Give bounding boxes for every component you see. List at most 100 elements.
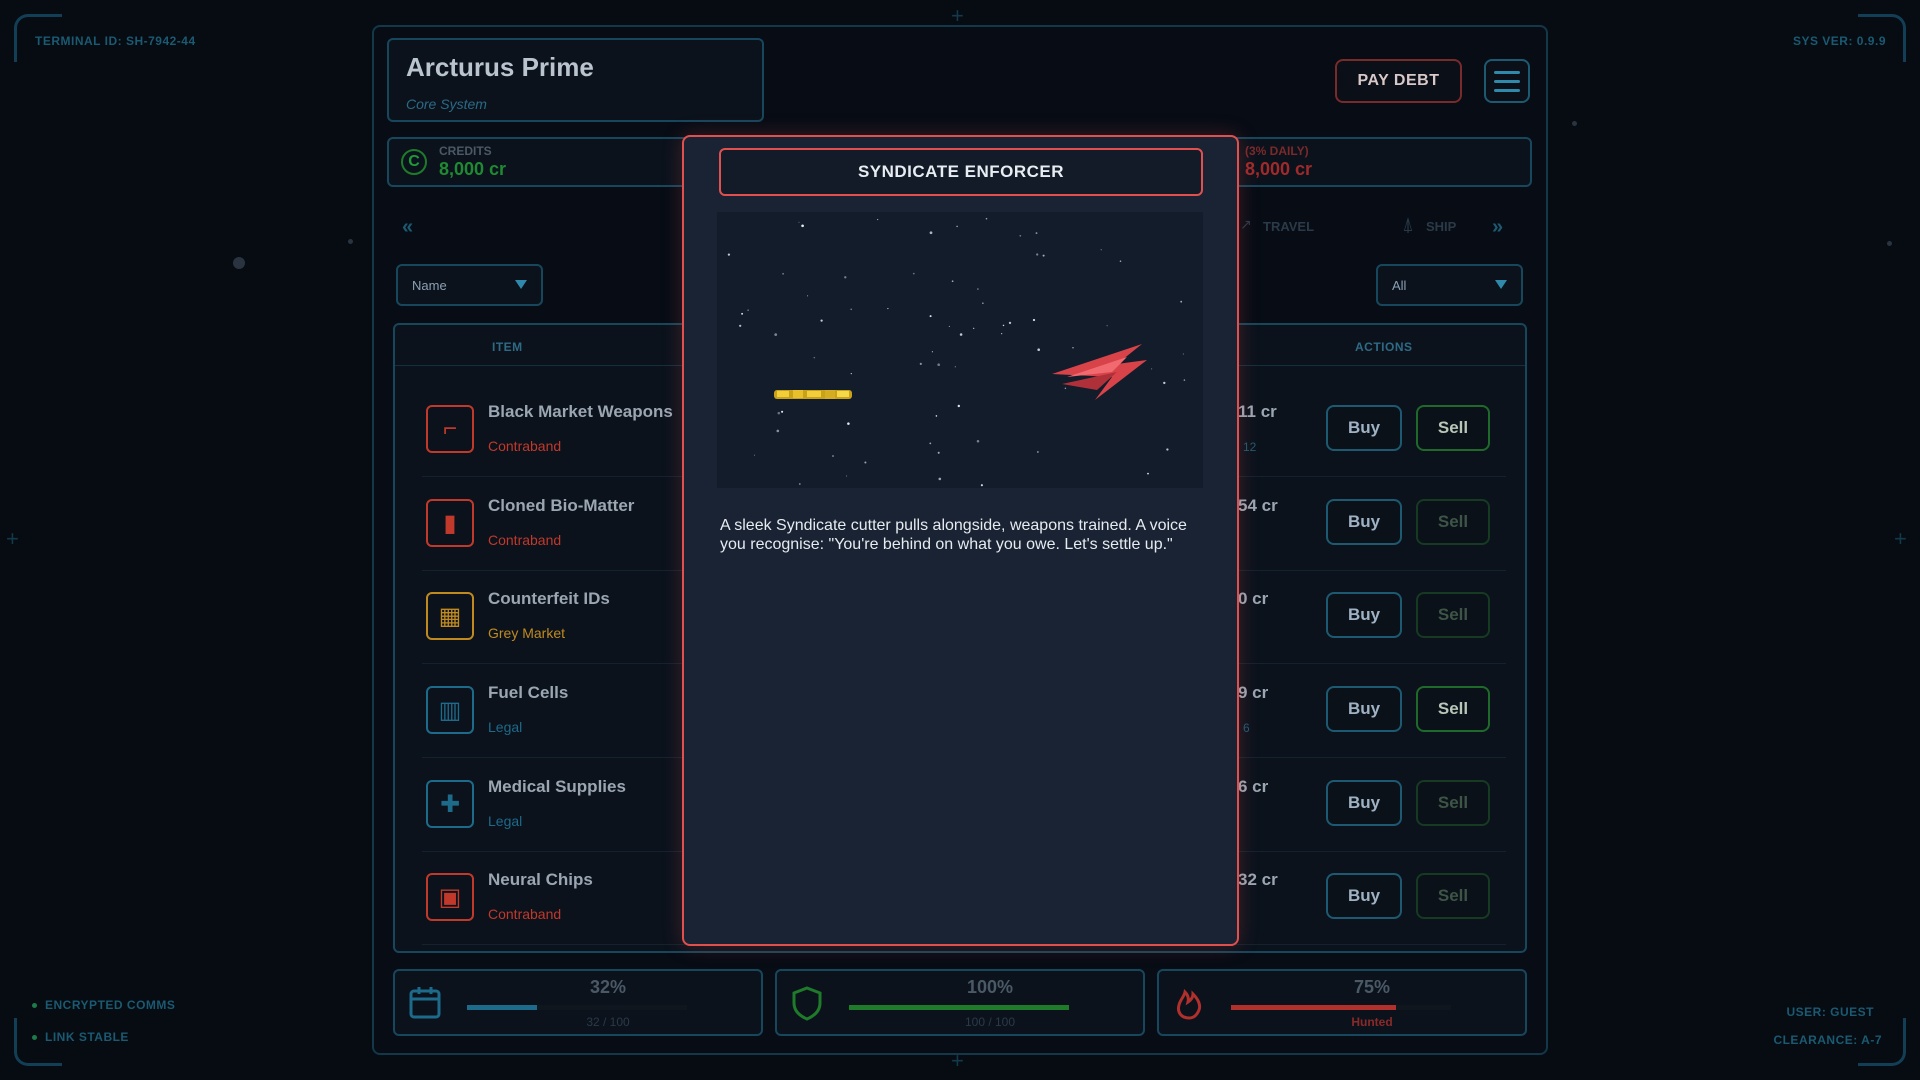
debt-value: 8,000 cr — [1245, 159, 1313, 179]
item-category: Legal — [488, 719, 523, 735]
background-star — [1887, 241, 1892, 246]
star — [741, 312, 744, 315]
star — [929, 231, 933, 235]
cargo-bar-fill — [467, 1005, 538, 1010]
star — [807, 295, 809, 297]
sell-button[interactable]: Sell — [1416, 592, 1490, 638]
star — [847, 422, 850, 425]
star — [776, 429, 780, 433]
status-encrypted-comms: ENCRYPTED COMMS — [32, 998, 175, 1012]
category-select-value: All — [1392, 277, 1407, 293]
star — [798, 483, 801, 485]
nav-ship-tab[interactable]: SHIP — [1426, 219, 1456, 234]
heat-bar — [1231, 1005, 1451, 1010]
star — [1072, 347, 1074, 349]
hull-stat: 100% 100 / 100 — [775, 969, 1145, 1036]
star — [1182, 353, 1184, 355]
star — [753, 454, 756, 456]
star — [1147, 472, 1149, 475]
sell-button[interactable]: Sell — [1416, 405, 1490, 451]
vial-icon: ▮ — [426, 499, 474, 547]
star — [1042, 254, 1045, 257]
modal-title: SYNDICATE ENFORCER — [719, 148, 1203, 196]
star — [982, 302, 984, 304]
item-owned-qty: 12 — [1243, 440, 1257, 454]
star — [1037, 451, 1039, 453]
nav-prev-icon[interactable]: « — [402, 216, 413, 239]
weapon-icon: ⌐ — [426, 405, 474, 453]
category-select[interactable]: All — [1376, 264, 1523, 306]
star — [937, 451, 940, 454]
star — [1035, 232, 1038, 235]
buy-button[interactable]: Buy — [1326, 873, 1402, 919]
modal-description: A sleek Syndicate cutter pulls alongside… — [720, 517, 1187, 553]
star — [727, 253, 731, 256]
star — [973, 327, 975, 329]
hull-amount: 100 / 100 — [964, 1015, 1016, 1029]
item-category: Contraband — [488, 532, 562, 548]
nav-travel-tab[interactable]: TRAVEL — [1263, 219, 1314, 234]
heat-bar-fill — [1231, 1005, 1396, 1010]
star — [846, 475, 848, 477]
item-name: Cloned Bio-Matter — [488, 496, 635, 515]
star — [864, 461, 867, 464]
item-name: Neural Chips — [488, 870, 593, 889]
debt-rate-label: (3% DAILY) — [1245, 144, 1309, 158]
star — [747, 309, 749, 311]
cargo-stat: 32% 32 / 100 — [393, 969, 763, 1036]
buy-button[interactable]: Buy — [1326, 405, 1402, 451]
star — [1037, 348, 1041, 352]
background-star — [348, 239, 353, 244]
user-label: USER: GUEST — [1786, 1005, 1874, 1019]
star — [919, 362, 922, 365]
star — [929, 315, 932, 318]
star — [1119, 260, 1122, 263]
clearance-label: CLEARANCE: A-7 — [1773, 1033, 1882, 1047]
star — [739, 324, 742, 327]
item-owned-qty: 6 — [1243, 721, 1250, 735]
sort-select[interactable]: Name — [396, 264, 543, 306]
star — [976, 440, 980, 443]
pay-debt-button[interactable]: PAY DEBT — [1335, 59, 1462, 103]
sell-button[interactable]: Sell — [1416, 873, 1490, 919]
menu-button[interactable] — [1484, 59, 1530, 103]
encounter-scene — [717, 212, 1203, 488]
location-name: Arcturus Prime — [406, 52, 594, 82]
hamburger-icon-line — [1494, 88, 1520, 92]
buy-button[interactable]: Buy — [1326, 780, 1402, 826]
nav-next-icon[interactable]: » — [1492, 216, 1503, 239]
heat-stat: 75% Hunted — [1157, 969, 1527, 1036]
credits-icon: C — [401, 149, 427, 175]
star — [777, 411, 781, 415]
buy-button[interactable]: Buy — [1326, 592, 1402, 638]
buy-button[interactable]: Buy — [1326, 686, 1402, 732]
chevron-down-icon — [1495, 280, 1507, 289]
star — [1001, 333, 1003, 335]
star — [820, 319, 823, 322]
buy-button[interactable]: Buy — [1326, 499, 1402, 545]
cargo-amount: 32 / 100 — [586, 1015, 630, 1029]
star — [929, 442, 932, 445]
sell-button[interactable]: Sell — [1416, 686, 1490, 732]
status-label: LINK STABLE — [45, 1030, 129, 1044]
item-price: 0 cr — [1238, 589, 1269, 608]
hull-bar-fill — [849, 1005, 1069, 1010]
id-card-icon: ▦ — [426, 592, 474, 640]
sell-button[interactable]: Sell — [1416, 499, 1490, 545]
location-panel: Arcturus Prime Core System — [387, 38, 764, 122]
sell-button[interactable]: Sell — [1416, 780, 1490, 826]
item-category: Contraband — [488, 438, 562, 454]
hud-crosshair-right: + — [1894, 526, 1907, 551]
star — [951, 280, 954, 283]
location-subtitle: Core System — [406, 96, 487, 112]
star — [957, 404, 961, 408]
star — [781, 410, 784, 413]
player-ship-icon — [774, 390, 852, 399]
chevron-down-icon — [515, 280, 527, 289]
item-category: Grey Market — [488, 625, 566, 641]
item-category: Contraband — [488, 906, 562, 922]
heat-status: Hunted — [1351, 1015, 1393, 1029]
cargo-percent: 32% — [589, 977, 627, 997]
status-link-stable: LINK STABLE — [32, 1030, 129, 1044]
chip-icon: ▣ — [426, 873, 474, 921]
